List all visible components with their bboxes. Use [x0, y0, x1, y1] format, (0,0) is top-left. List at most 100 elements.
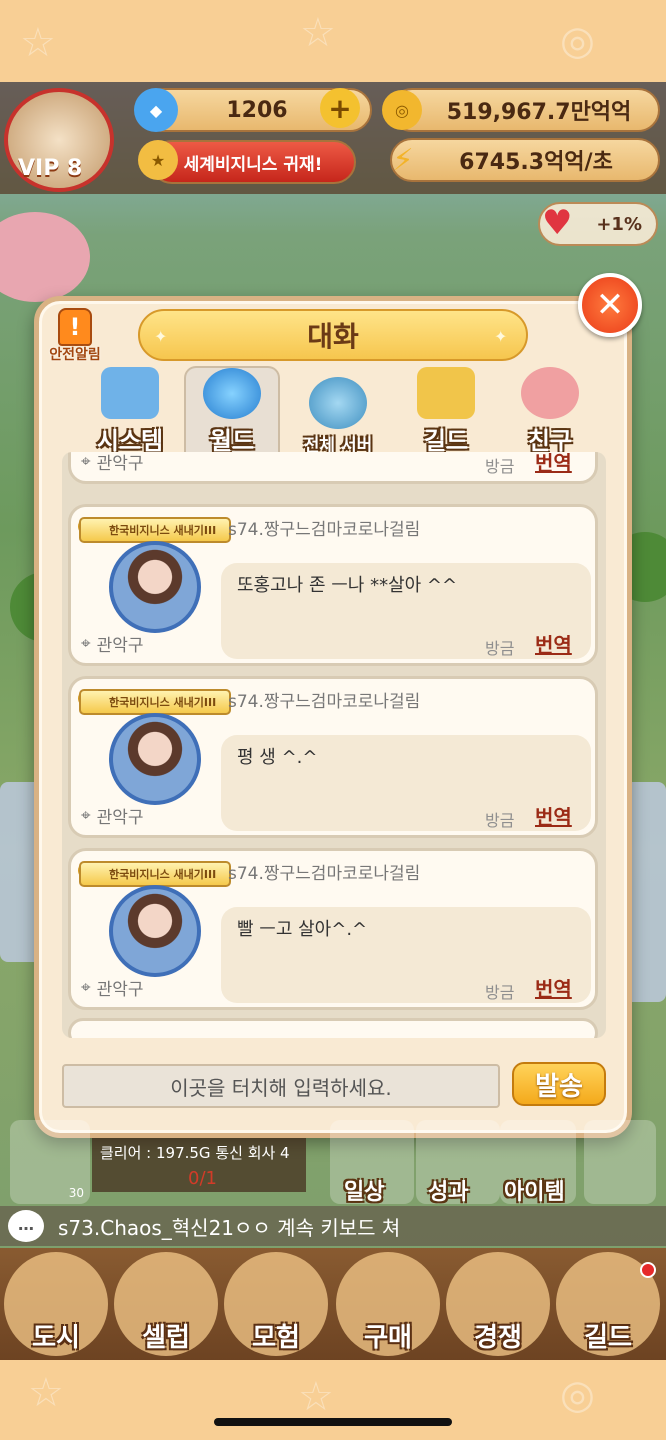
message-text: 또홍고나 존 ㅡ나 **살아 ^^ — [237, 575, 458, 596]
modal-title-text: 대화 — [307, 320, 359, 353]
nav-competition-label: 경쟁 — [474, 1323, 522, 1353]
chat-input[interactable]: 이곳을 터치해 입력하세요. — [62, 1064, 500, 1108]
nav-purchase[interactable]: 구매 — [336, 1252, 440, 1356]
close-icon: ✕ — [595, 285, 625, 325]
bottom-decorative-band: ☆ ☆ ◎ — [0, 1360, 666, 1440]
chat-bubble-icon[interactable]: … — [8, 1210, 44, 1242]
location-text: 관악구 — [96, 980, 144, 1000]
user-avatar[interactable] — [109, 885, 201, 977]
chat-message-card: ✪ 한국비지니스 새내기III s74.짱구느검마코로나걸림 또홍고나 존 ㅡ나… — [68, 504, 598, 666]
sparkle-icon: ✦ — [494, 327, 508, 346]
lightning-icon: ⚡ — [392, 142, 414, 178]
location-pin-icon: ⌖ — [81, 452, 91, 472]
tab-guild-label: 길드 — [423, 427, 469, 455]
nav-city[interactable]: 도시 — [4, 1252, 108, 1356]
coin-pattern-icon: ◎ — [560, 1372, 595, 1418]
tab-guild[interactable]: 길드 — [398, 366, 494, 456]
title-badge[interactable]: 세계비지니스 귀재! — [150, 140, 356, 184]
location-text: 관악구 — [96, 454, 144, 474]
chat-message-card-partial — [68, 1018, 598, 1038]
quest-count: 30 — [68, 1186, 84, 1200]
chat-message-card: ✪ 한국비지니스 새내기III s74.짱구느검마코로나걸림 빨 ㅡ고 살아^.… — [68, 848, 598, 1010]
alert-icon: ! — [58, 308, 92, 346]
nav-celeb-label: 셀럽 — [142, 1323, 190, 1353]
chat-ticker[interactable]: s73.Chaos_혁신21ㅇㅇ 계속 키보드 쳐 — [0, 1206, 666, 1246]
castle-icon — [417, 367, 475, 419]
message-time: 방금 — [485, 457, 515, 476]
location-pin-icon: ⌖ — [81, 977, 91, 998]
globe-icon — [203, 368, 261, 419]
nav-city-label: 도시 — [32, 1323, 80, 1353]
location-text: 관악구 — [96, 808, 144, 828]
add-gems-button[interactable]: + — [320, 88, 360, 128]
message-username[interactable]: s74.짱구느검마코로나걸림 — [228, 859, 420, 884]
translate-link[interactable]: 번역 — [535, 452, 572, 476]
more-button[interactable] — [584, 1120, 656, 1204]
computer-icon — [101, 367, 159, 419]
heart-icon: ♥ — [542, 203, 573, 243]
message-location: ⌖ 관악구 — [81, 631, 144, 657]
star-pattern-icon: ☆ — [298, 1374, 334, 1420]
achievement-label: 성과 — [428, 1180, 469, 1205]
tab-system-label: 시스템 — [96, 427, 164, 455]
location-pin-icon: ⌖ — [81, 633, 91, 654]
income-value: 6745.3억억/초 — [459, 150, 613, 175]
star-pattern-icon: ☆ — [20, 20, 56, 66]
message-text: 빨 ㅡ고 살아^.^ — [237, 919, 368, 940]
tab-world-label: 월드 — [209, 427, 255, 455]
tab-all-servers[interactable]: 전체 서버 — [290, 366, 386, 456]
tab-friends[interactable]: 친구 — [502, 366, 598, 456]
home-indicator[interactable] — [214, 1418, 452, 1426]
coin-icon: ◎ — [382, 90, 422, 130]
translate-link[interactable]: 번역 — [535, 973, 572, 1002]
tab-system[interactable]: 시스템 — [82, 366, 178, 456]
nav-guild-label: 길드 — [584, 1323, 632, 1353]
safety-alert-label: 안전알림 — [49, 347, 101, 363]
chat-message-list[interactable]: ⌖ 관악구 방금 번역 ✪ 한국비지니스 새내기III s74.짱구느검마코로나… — [62, 452, 606, 1038]
message-username[interactable]: s74.짱구느검마코로나걸림 — [228, 687, 420, 712]
tab-friends-label: 친구 — [527, 427, 573, 455]
friends-icon — [521, 367, 579, 419]
message-time: 방금 — [485, 639, 515, 658]
message-location: ⌖ 관악구 — [81, 975, 144, 1001]
nav-purchase-label: 구매 — [364, 1323, 412, 1353]
notification-dot — [640, 1262, 656, 1278]
close-button[interactable]: ✕ — [578, 273, 642, 337]
user-avatar[interactable] — [109, 541, 201, 633]
gem-count: 1206 — [226, 97, 288, 123]
title-badge-label: 세계비지니스 귀재! — [183, 154, 323, 175]
quest-book-button[interactable]: 30 — [10, 1120, 90, 1204]
translate-link[interactable]: 번역 — [535, 801, 572, 830]
message-text: 평 생 ^.^ — [237, 747, 318, 768]
star-pattern-icon: ☆ — [28, 1370, 64, 1416]
safety-alert-button[interactable]: ! 안전알림 — [40, 308, 110, 370]
user-avatar[interactable] — [109, 713, 201, 805]
rank-text: 한국비지니스 새내기III — [109, 868, 217, 881]
rank-text: 한국비지니스 새내기III — [109, 524, 217, 537]
income-rate[interactable]: 6745.3억억/초 — [390, 138, 660, 182]
chat-message-card: ⌖ 관악구 방금 번역 — [68, 452, 598, 484]
mission-progress: 0/1 — [188, 1168, 217, 1189]
message-username[interactable]: s74.짱구느검마코로나걸림 — [228, 515, 420, 540]
items-label: 아이템 — [504, 1180, 565, 1205]
star-pattern-icon: ☆ — [300, 10, 336, 56]
chat-ticker-text: s73.Chaos_혁신21ㅇㅇ 계속 키보드 쳐 — [58, 1215, 401, 1240]
modal-title: 대화 — [138, 309, 528, 361]
chat-tabs: 시스템 월드 전체 서버 길드 친구 — [72, 366, 602, 456]
user-rank-badge: 한국비지니스 새내기III — [79, 861, 231, 887]
location-pin-icon: ⌖ — [81, 805, 91, 826]
nav-adventure[interactable]: 모험 — [224, 1252, 328, 1356]
message-time: 방금 — [485, 811, 515, 830]
translate-link[interactable]: 번역 — [535, 629, 572, 658]
coin-counter[interactable]: 519,967.7만억억 — [390, 88, 660, 132]
chat-message-card: ✪ 한국비지니스 새내기III s74.짱구느검마코로나걸림 평 생 ^.^ ⌖… — [68, 676, 598, 838]
tab-world[interactable]: 월드 — [184, 366, 280, 456]
top-decorative-band: ☆ ☆ ◎ — [0, 0, 666, 82]
coin-count: 519,967.7만억억 — [446, 100, 632, 125]
nav-competition[interactable]: 경쟁 — [446, 1252, 550, 1356]
daily-label: 일상 — [344, 1180, 385, 1205]
nav-celeb[interactable]: 셀럽 — [114, 1252, 218, 1356]
gem-icon: ◆ — [134, 88, 178, 132]
send-button[interactable]: 발송 — [512, 1062, 606, 1106]
vip-level: VIP 8 — [18, 156, 83, 181]
